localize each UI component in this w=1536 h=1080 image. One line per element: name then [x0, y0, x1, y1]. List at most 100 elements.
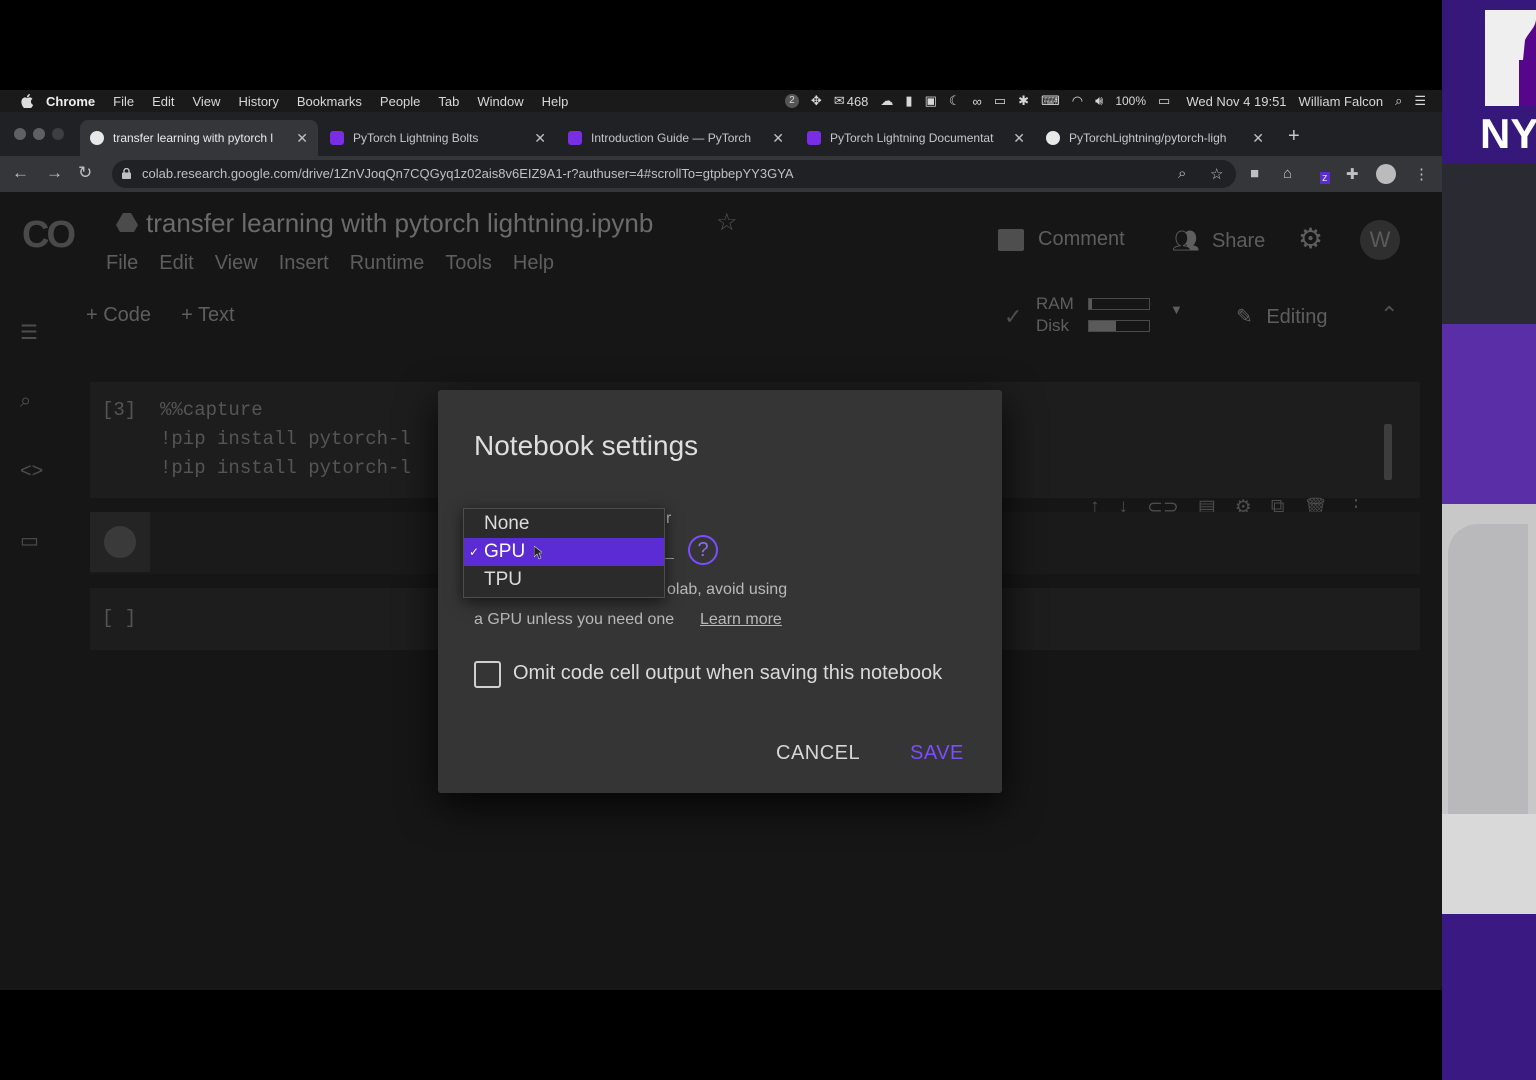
cancel-button[interactable]: CANCEL — [776, 742, 860, 765]
hardware-accelerator-dropdown[interactable]: None ✓ GPU TPU — [463, 508, 665, 598]
scrollbar-thumb[interactable] — [1384, 424, 1392, 480]
colab-menu-file[interactable]: File — [106, 252, 138, 275]
apple-icon[interactable] — [20, 94, 34, 108]
menu-history[interactable]: History — [238, 94, 278, 109]
close-tab-icon[interactable]: ✕ — [772, 130, 784, 147]
tab-lightning-bolts[interactable]: PyTorch Lightning Bolts ✕ — [320, 120, 556, 156]
add-text-button[interactable]: + Text — [181, 304, 235, 327]
url-text: colab.research.google.com/drive/1ZnVJoqQ… — [142, 166, 794, 181]
torch-icon — [1519, 20, 1536, 106]
address-bar[interactable]: colab.research.google.com/drive/1ZnVJoqQ… — [112, 160, 1236, 188]
new-tab-icon[interactable]: + — [1288, 126, 1300, 146]
save-button[interactable]: SAVE — [910, 742, 964, 765]
minimize-window-button[interactable] — [33, 128, 45, 140]
bookmark-star-icon[interactable]: ☆ — [1210, 165, 1223, 183]
learn-more-link[interactable]: Learn more — [700, 611, 782, 629]
menu-help[interactable]: Help — [542, 94, 569, 109]
menu-file[interactable]: File — [113, 94, 134, 109]
browser-toolbar: ← → ↻ colab.research.google.com/drive/1Z… — [0, 156, 1442, 192]
editing-label: Editing — [1266, 306, 1328, 328]
bluetooth-icon[interactable]: ✱ — [1018, 93, 1029, 109]
add-code-button[interactable]: + Code — [86, 304, 151, 327]
colab-menu-edit[interactable]: Edit — [159, 252, 193, 275]
menu-tab[interactable]: Tab — [438, 94, 459, 109]
option-none[interactable]: None — [464, 510, 664, 538]
lightning-favicon-icon — [330, 131, 344, 145]
help-icon[interactable]: ? — [688, 535, 718, 565]
files-folder-icon[interactable]: ▭ — [20, 528, 39, 553]
table-of-contents-icon[interactable]: ☰ — [20, 320, 38, 345]
menu-edit[interactable]: Edit — [152, 94, 174, 109]
status-icon-a[interactable]: ▮ — [905, 93, 912, 109]
menu-view[interactable]: View — [192, 94, 220, 109]
datetime[interactable]: Wed Nov 4 19:51 — [1186, 94, 1286, 109]
spotlight-search-icon[interactable]: ⌕ — [1395, 93, 1402, 109]
option-gpu[interactable]: ✓ GPU — [464, 538, 664, 566]
menu-chrome[interactable]: Chrome — [46, 94, 95, 109]
option-tpu[interactable]: TPU — [464, 566, 664, 594]
moon-icon[interactable]: ☾ — [949, 93, 961, 109]
zoom-icon[interactable]: ⌕ — [1178, 165, 1186, 182]
account-avatar[interactable]: W — [1360, 220, 1400, 260]
resource-dropdown-icon[interactable]: ▼ — [1170, 302, 1183, 317]
colab-menu-help[interactable]: Help — [513, 252, 554, 275]
share-button[interactable]: 👥︎ Share — [1172, 228, 1265, 254]
cloud-icon[interactable]: ☁ — [880, 93, 893, 109]
menu-people[interactable]: People — [380, 94, 420, 109]
status-icon-b[interactable]: ▣ — [925, 93, 937, 109]
reload-icon[interactable]: ↻ — [78, 163, 92, 183]
tab-lightning-docs[interactable]: PyTorch Lightning Documentat ✕ — [797, 120, 1035, 156]
user-name[interactable]: William Falcon — [1299, 94, 1384, 109]
search-icon[interactable]: ⌕ — [20, 390, 31, 413]
colab-menu-tools[interactable]: Tools — [445, 252, 492, 275]
extension-badge-icon[interactable]: z — [1320, 172, 1330, 184]
tab-title: PyTorch Lightning Documentat — [830, 131, 994, 145]
dropbox-icon[interactable]: ✥ — [811, 93, 822, 109]
notification-badge-icon[interactable]: 2 — [784, 94, 799, 108]
lightning-favicon-icon — [807, 131, 821, 145]
close-tab-icon[interactable]: ✕ — [1013, 130, 1025, 147]
extension-square-icon[interactable]: ■ — [1250, 165, 1259, 182]
back-arrow-icon[interactable]: ← — [12, 163, 29, 183]
run-cell-button[interactable] — [90, 512, 150, 572]
tab-github[interactable]: PyTorchLightning/pytorch-ligh ✕ — [1036, 120, 1274, 156]
colab-menu-insert[interactable]: Insert — [279, 252, 329, 275]
gear-icon[interactable]: ⚙ — [1298, 222, 1323, 255]
code-line: %%capture — [160, 399, 263, 421]
extensions-puzzle-icon[interactable]: ✚ — [1346, 165, 1359, 183]
omit-output-label[interactable]: Omit code cell output when saving this n… — [513, 662, 942, 685]
editing-mode[interactable]: ✎ Editing — [1236, 304, 1327, 329]
forward-arrow-icon[interactable]: → — [46, 163, 63, 183]
battery-icon[interactable]: ▭ — [1158, 93, 1170, 109]
fullscreen-window-button[interactable] — [52, 128, 64, 140]
glasses-icon[interactable]: ∞ — [973, 94, 982, 109]
volume-icon[interactable]: 🔊︎ — [1095, 93, 1103, 109]
keyboard-icon[interactable]: ⌨ — [1041, 93, 1060, 109]
mail-icon[interactable]: ✉ — [834, 93, 845, 109]
extension-lock-icon[interactable]: ⌂ — [1283, 165, 1292, 182]
colab-logo[interactable]: CO — [22, 214, 76, 257]
profile-avatar-icon[interactable] — [1376, 164, 1396, 184]
colab-menu-runtime[interactable]: Runtime — [350, 252, 424, 275]
airplay-icon[interactable]: ▭ — [994, 93, 1006, 109]
notebook-title[interactable]: transfer learning with pytorch lightning… — [146, 208, 653, 239]
colab-menu-view[interactable]: View — [215, 252, 258, 275]
tab-colab[interactable]: transfer learning with pytorch l ✕ — [80, 120, 318, 156]
wifi-icon[interactable]: ◠ — [1072, 93, 1083, 109]
collapse-header-icon[interactable]: ⌃ — [1380, 302, 1398, 328]
menu-bookmarks[interactable]: Bookmarks — [297, 94, 362, 109]
chrome-menu-icon[interactable]: ⋮ — [1414, 165, 1429, 183]
tab-introduction-guide[interactable]: Introduction Guide — PyTorch ✕ — [558, 120, 794, 156]
close-tab-icon[interactable]: ✕ — [534, 130, 546, 147]
mail-count: 468 — [846, 93, 869, 109]
close-window-button[interactable] — [14, 128, 26, 140]
code-snippets-icon[interactable]: <> — [20, 460, 43, 483]
close-tab-icon[interactable]: ✕ — [1252, 130, 1264, 147]
close-tab-icon[interactable]: ✕ — [296, 130, 308, 147]
browser-tab-strip: transfer learning with pytorch l ✕ PyTor… — [0, 112, 1442, 156]
control-center-icon[interactable]: ☰ — [1414, 93, 1426, 109]
comment-button[interactable]: Comment — [998, 228, 1125, 251]
omit-output-checkbox[interactable] — [474, 661, 501, 688]
menu-window[interactable]: Window — [477, 94, 523, 109]
star-icon[interactable]: ☆ — [716, 208, 738, 237]
